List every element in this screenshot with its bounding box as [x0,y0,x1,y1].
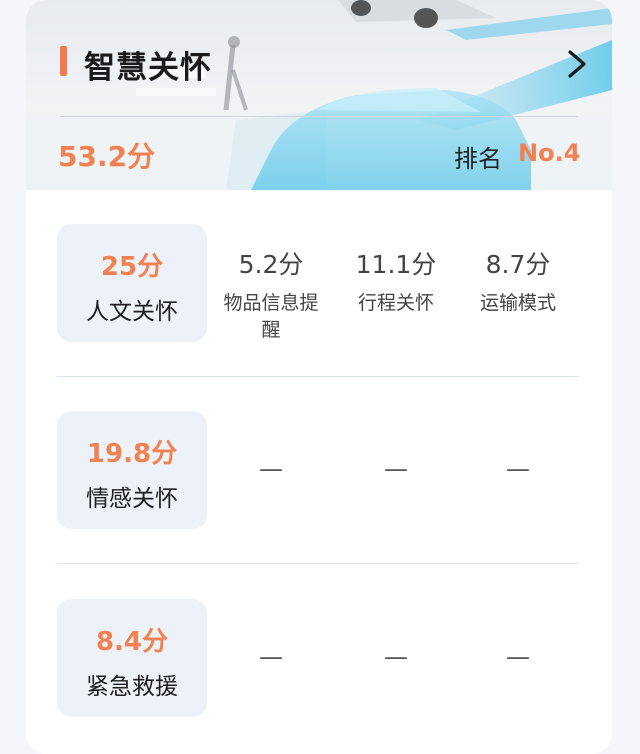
sub-item-label: 行程关怀 [357,292,434,314]
category-score: 8.4分 [95,627,169,657]
empty-dash: — [506,643,530,671]
category-label: 紧急救援 [86,674,178,700]
row-divider [57,563,579,564]
sub-item-empty: — [457,643,579,671]
sub-item-empty: — [210,455,332,483]
sub-item-label: 运输模式 [479,292,556,314]
empty-dash: — [259,643,283,671]
row-divider [57,376,579,377]
rank-value: No.4 [518,139,581,167]
sub-item-score: 5.2分 [238,250,304,279]
sub-item-empty: — [335,643,457,671]
rank-label: 排名 [454,145,502,173]
category-label: 人文关怀 [86,299,178,325]
category-score: 25分 [100,252,164,282]
sub-item-label: 物品信息提醒 [223,292,319,341]
category-tile[interactable]: 19.8分 情感关怀 [57,411,207,529]
sub-item-score: 11.1分 [355,250,437,279]
category-label: 情感关怀 [86,486,178,512]
sub-item-score: 8.7分 [485,250,551,279]
sub-item: 11.1分 行程关怀 [335,245,457,317]
category-tile[interactable]: 8.4分 紧急救援 [57,599,207,717]
total-score: 53.2分 [58,140,156,173]
smart-care-card: 智慧关怀 53.2分 排名 No.4 25分 人文关怀 5.2分 物品信息提醒 … [26,0,612,754]
sub-item-empty: — [457,455,579,483]
sub-item: 8.7分 运输模式 [457,245,579,317]
section-title: 智慧关怀 [84,50,212,86]
chevron-right-icon[interactable] [562,46,592,82]
category-tile[interactable]: 25分 人文关怀 [57,224,207,342]
card-header[interactable]: 智慧关怀 53.2分 排名 No.4 [26,0,612,190]
empty-dash: — [259,455,283,483]
empty-dash: — [384,455,408,483]
sub-item-empty: — [210,643,332,671]
empty-dash: — [506,455,530,483]
sub-item-empty: — [335,455,457,483]
title-accent-bar [60,46,67,76]
sub-item: 5.2分 物品信息提醒 [210,245,332,344]
header-divider [60,116,578,117]
empty-dash: — [384,643,408,671]
category-score: 19.8分 [86,439,178,469]
